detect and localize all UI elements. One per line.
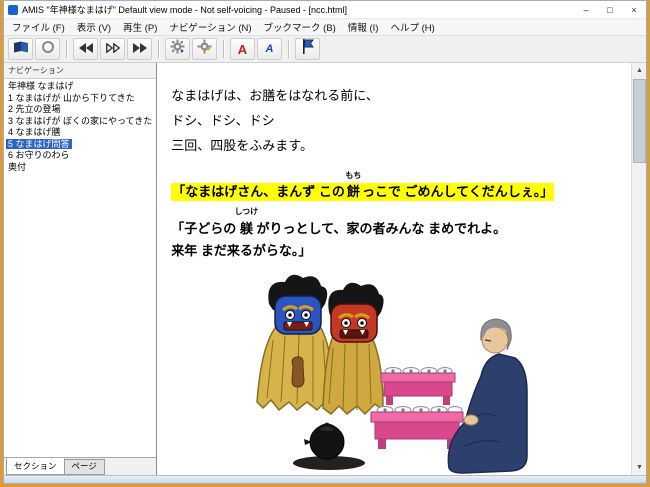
toolbar-separator bbox=[158, 40, 159, 58]
tree-item-colophon[interactable]: 奥付 bbox=[4, 162, 156, 174]
menu-navigation[interactable]: ナビゲーション (N) bbox=[163, 19, 257, 35]
scroll-up-arrow[interactable]: ▲ bbox=[632, 63, 647, 78]
quote1-ruby-base: 餅 bbox=[345, 183, 361, 201]
bookmark-button[interactable] bbox=[295, 38, 320, 60]
quote1-ruby-text: もち bbox=[344, 171, 363, 180]
content-wrap: なまはげは、お膳をはなれる前に、 ドシ、ドシ、ドシ 三回、四股をふみます。 「な… bbox=[157, 63, 646, 475]
preferences-button[interactable] bbox=[192, 38, 217, 60]
window-controls: – □ × bbox=[574, 2, 646, 18]
navigation-panel-header: ナビゲーション bbox=[4, 63, 157, 79]
tree-item-section-2[interactable]: 2 先立の登場 bbox=[4, 104, 156, 116]
play-pause-button[interactable] bbox=[100, 38, 125, 60]
quote2-line2: 来年 まだ来るがらな。」 bbox=[171, 243, 312, 258]
highlighted-quote-line: 「なまはげさん、まんず この もち餅っこで ごめんしてくだんしぇ。」 bbox=[171, 172, 625, 202]
story-illustration bbox=[256, 274, 529, 474]
quote2-ruby-text: しつけ bbox=[233, 207, 260, 216]
quote1-ruby: もち餅 bbox=[344, 172, 363, 202]
close-button[interactable]: × bbox=[622, 2, 646, 18]
playback-settings-button[interactable] bbox=[165, 38, 190, 60]
seated-man bbox=[447, 318, 529, 474]
meal-trays bbox=[370, 367, 464, 449]
menu-help[interactable]: ヘルプ (H) bbox=[384, 19, 440, 35]
record-button[interactable] bbox=[35, 38, 60, 60]
quote2-line1: 「子どらの しつけ躾 がりっとして、家の者みんな まめでれよ。 bbox=[171, 208, 625, 240]
maximize-button[interactable]: □ bbox=[598, 2, 622, 18]
window-bottom-edge bbox=[4, 475, 646, 483]
font-larger-icon: A bbox=[237, 41, 248, 57]
tree-item-section-4[interactable]: 4 なまはげ膳 bbox=[4, 127, 156, 139]
fast-forward-button[interactable] bbox=[127, 38, 152, 60]
namahage-red-figure bbox=[322, 282, 385, 416]
navigation-tab-row: セクション ページ bbox=[4, 457, 157, 475]
section-tree: 年神様 なまはげ 1 なまはげが 山から下りてきた 2 先立の登場 3 なまはげ… bbox=[4, 79, 156, 457]
menu-file[interactable]: ファイル (F) bbox=[6, 19, 71, 35]
quote1-pre: 「なまはげさん、まんず この bbox=[171, 183, 346, 201]
font-larger-button[interactable]: A bbox=[230, 38, 255, 60]
toolbar: A A bbox=[4, 35, 646, 63]
toolbar-separator bbox=[288, 40, 289, 58]
font-smaller-button[interactable]: A bbox=[257, 38, 282, 60]
tab-pages[interactable]: ページ bbox=[63, 459, 105, 475]
toolbar-separator bbox=[223, 40, 224, 58]
menu-info[interactable]: 情報 (I) bbox=[342, 19, 385, 35]
toolbar-separator bbox=[66, 40, 67, 58]
open-book-icon bbox=[13, 40, 29, 59]
minimize-button[interactable]: – bbox=[574, 2, 598, 18]
vertical-scrollbar[interactable]: ▲ ▼ bbox=[631, 63, 646, 475]
quote1-post: っこで ごめんしてくだんしぇ。」 bbox=[360, 183, 555, 201]
open-book-button[interactable] bbox=[8, 38, 33, 60]
tab-sections[interactable]: セクション bbox=[6, 458, 65, 475]
tree-item-section-1[interactable]: 1 なまはげが 山から下りてきた bbox=[4, 93, 156, 105]
menu-play[interactable]: 再生 (P) bbox=[117, 19, 163, 35]
tree-item-section-5-selected[interactable]: 5 なまはげ問答 bbox=[4, 138, 156, 151]
book-content: なまはげは、お膳をはなれる前に、 ドシ、ドシ、ドシ 三回、四股をふみます。 「な… bbox=[157, 63, 631, 475]
navigation-panel: ナビゲーション 年神様 なまはげ 1 なまはげが 山から下りてきた 2 先立の登… bbox=[4, 63, 158, 475]
title-bar: AMIS "年神様なまはげ" Default view mode - Not s… bbox=[4, 1, 646, 18]
iron-kettle bbox=[293, 422, 366, 470]
rewind-button[interactable] bbox=[73, 38, 98, 60]
tree-item-title[interactable]: 年神様 なまはげ bbox=[4, 81, 156, 93]
scrollbar-thumb[interactable] bbox=[633, 79, 646, 163]
fast-forward-icon bbox=[132, 40, 147, 58]
quote2-ruby: しつけ躾 bbox=[233, 208, 260, 240]
menu-bookmark[interactable]: ブックマーク (B) bbox=[258, 19, 342, 35]
quote2-pre: 「子どらの bbox=[171, 221, 240, 236]
main-area: ナビゲーション 年神様 なまはげ 1 なまはげが 山から下りてきた 2 先立の登… bbox=[4, 63, 646, 475]
quote2-post: がりっとして、家の者みんな まめでれよ。 bbox=[252, 221, 507, 236]
paragraph-3: 三回、四股をふみます。 bbox=[171, 138, 313, 153]
amis-app-icon bbox=[8, 4, 18, 15]
quote2-ruby-base: 躾 bbox=[239, 221, 253, 236]
amis-window: AMIS "年神様なまはげ" Default view mode - Not s… bbox=[3, 0, 647, 484]
window-title: AMIS "年神様なまはげ" Default view mode - Not s… bbox=[22, 5, 347, 15]
gear-arrows-icon bbox=[170, 39, 185, 59]
paragraph-1: なまはげは、お膳をはなれる前に、 bbox=[171, 88, 379, 103]
bookmark-icon bbox=[302, 39, 314, 59]
menu-bar: ファイル (F) 表示 (V) 再生 (P) ナビゲーション (N) ブックマー… bbox=[4, 18, 646, 35]
rewind-icon bbox=[78, 40, 93, 58]
gear-star-icon bbox=[197, 39, 212, 59]
record-circle-icon bbox=[41, 40, 55, 59]
tree-item-section-3[interactable]: 3 なまはげが ぼくの家にやってきた bbox=[4, 116, 156, 128]
menu-view[interactable]: 表示 (V) bbox=[71, 19, 117, 35]
font-smaller-icon: A bbox=[265, 42, 274, 55]
tree-item-section-6[interactable]: 6 お守りのわら bbox=[4, 150, 156, 162]
paragraph-2: ドシ、ドシ、ドシ bbox=[171, 113, 275, 128]
scroll-down-arrow[interactable]: ▼ bbox=[632, 460, 647, 475]
play-icon bbox=[105, 40, 120, 58]
